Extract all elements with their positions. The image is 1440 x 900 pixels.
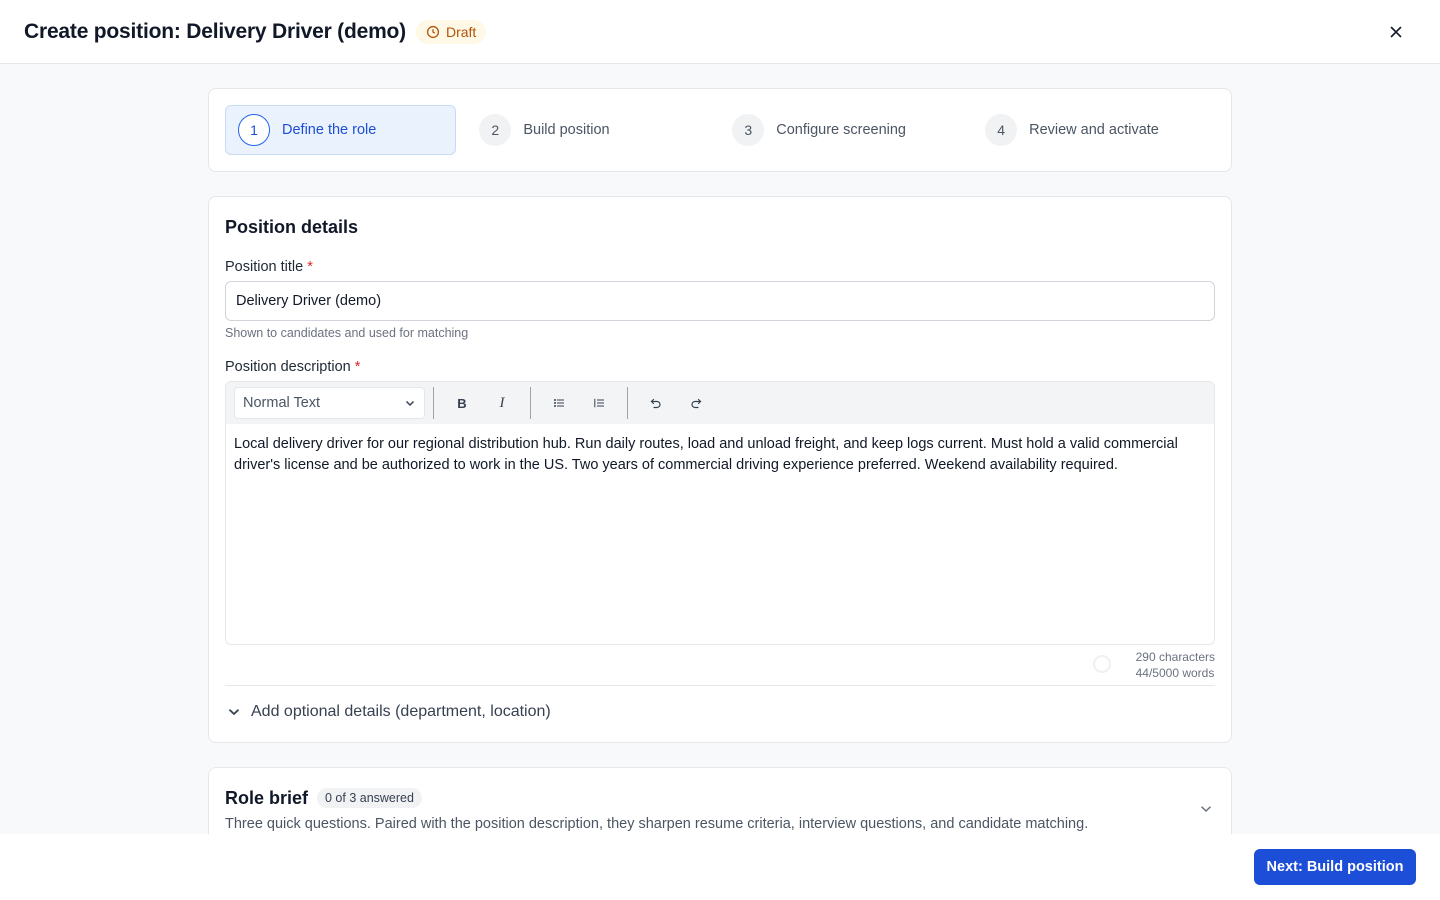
chevron-down-icon	[229, 709, 239, 715]
optional-details-toggle[interactable]: Add optional details (department, locati…	[227, 703, 551, 721]
bullet-list-button[interactable]	[543, 387, 575, 419]
page-title: Create position: Delivery Driver (demo)	[24, 19, 406, 43]
clock-icon	[426, 25, 440, 38]
step-number: 3	[732, 114, 765, 146]
role-brief-description: Three quick questions. Paired with the p…	[225, 816, 1089, 832]
stepper: 1 Define the role 2 Build position 3 Con…	[208, 88, 1232, 172]
text-style-select[interactable]: Normal Text	[234, 387, 425, 419]
step-review-activate[interactable]: 4 Review and activate	[973, 105, 1215, 155]
step-define-role[interactable]: 1 Define the role	[225, 105, 457, 155]
word-count-progress-ring	[1093, 655, 1111, 673]
undo-icon	[650, 398, 661, 409]
status-badge-label: Draft	[445, 23, 477, 40]
editor-toolbar: Normal Text B I	[226, 382, 1214, 424]
step-build-position[interactable]: 2 Build position	[467, 105, 709, 155]
position-details-card: Position details Position title * Shown …	[208, 196, 1232, 743]
redo-icon	[691, 398, 702, 409]
optional-details-label: Add optional details (department, locati…	[251, 703, 551, 720]
word-count: 44/5000 words	[1135, 666, 1215, 680]
toolbar-divider	[627, 387, 628, 419]
modal-header: Create position: Delivery Driver (demo) …	[0, 0, 1440, 64]
bold-icon: B	[457, 395, 467, 411]
numbered-list-button[interactable]	[583, 387, 615, 419]
italic-button[interactable]: I	[486, 387, 518, 419]
section-divider	[225, 685, 1215, 686]
modal-footer: Next: Build position	[0, 834, 1440, 900]
chevron-down-icon	[405, 400, 415, 407]
bullet-list-icon	[554, 399, 564, 407]
step-label: Review and activate	[1029, 122, 1159, 138]
position-title-input[interactable]	[225, 281, 1215, 321]
position-title-hint: Shown to candidates and used for matchin…	[225, 326, 469, 340]
rich-text-editor: Normal Text B I Local delivery driver fo…	[225, 381, 1215, 645]
step-number: 2	[479, 114, 512, 146]
undo-button[interactable]	[640, 387, 672, 419]
position-title-label: Position title *	[225, 259, 313, 275]
toolbar-divider	[433, 387, 434, 419]
step-number: 1	[238, 114, 270, 146]
editor-counter: 290 characters 44/5000 words	[1136, 649, 1215, 681]
close-button[interactable]	[1384, 20, 1408, 44]
step-label: Build position	[523, 122, 610, 138]
required-marker: *	[354, 359, 361, 375]
chevron-down-icon	[1201, 806, 1211, 813]
answered-count-badge: 0 of 3 answered	[317, 788, 422, 808]
italic-icon: I	[499, 394, 505, 411]
required-marker: *	[307, 259, 313, 275]
field-label-text: Position description	[225, 359, 351, 375]
field-label-text: Position title	[225, 259, 304, 275]
numbered-list-icon	[594, 398, 604, 408]
step-label: Configure screening	[776, 122, 906, 138]
character-count: 290 characters	[1135, 650, 1215, 664]
text-style-value: Normal Text	[243, 395, 321, 411]
section-heading: Role brief	[225, 788, 309, 808]
bold-button[interactable]: B	[446, 387, 478, 419]
expand-role-brief-button[interactable]	[1199, 802, 1213, 821]
step-label: Define the role	[282, 122, 377, 138]
section-heading: Position details	[225, 217, 359, 237]
next-build-position-button[interactable]: Next: Build position	[1254, 849, 1416, 885]
redo-button[interactable]	[680, 387, 712, 419]
editor-content[interactable]: Local delivery driver for our regional d…	[226, 424, 1214, 486]
status-badge: Draft	[415, 19, 487, 44]
step-number: 4	[985, 114, 1018, 146]
position-description-label: Position description *	[225, 359, 360, 375]
close-icon	[1390, 26, 1402, 38]
toolbar-divider	[530, 387, 531, 419]
step-configure-screening[interactable]: 3 Configure screening	[720, 105, 962, 155]
